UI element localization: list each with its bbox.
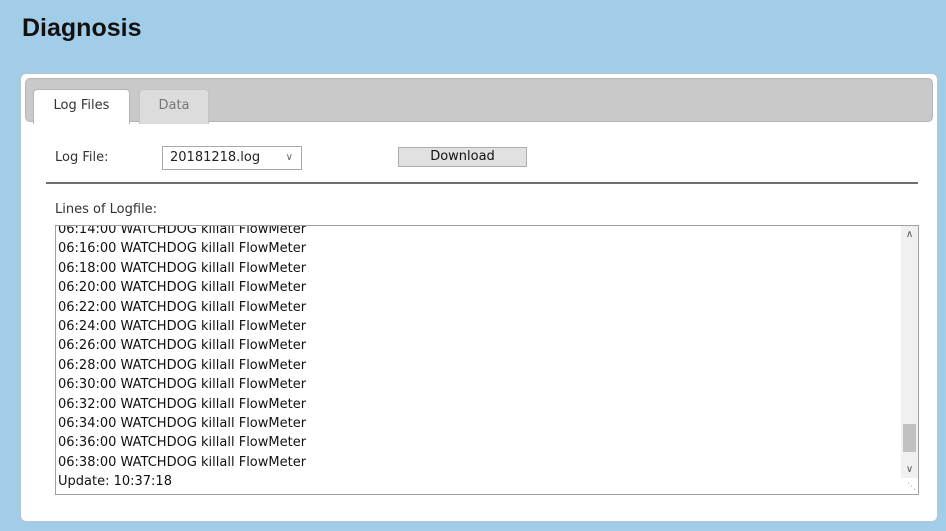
log-file-select-value: 20181218.log [170, 150, 261, 165]
log-line: 06:34:00 WATCHDOG killall FlowMeter [58, 415, 307, 431]
chevron-down-icon[interactable]: ∨ [901, 461, 918, 478]
log-file-label: Log File: [55, 150, 109, 165]
log-line: 06:14:00 WATCHDOG killall FlowMeter [58, 225, 307, 237]
chevron-up-icon[interactable]: ∧ [901, 226, 918, 243]
log-lines: 06:14:00 WATCHDOG killall FlowMeter 06:16… [58, 225, 898, 491]
log-files-panel: Log Files Data Log File: 20181218.log ∨ … [20, 73, 938, 522]
log-file-select[interactable]: 20181218.log ∨ [162, 146, 302, 170]
log-line: 06:36:00 WATCHDOG killall FlowMeter [58, 435, 307, 451]
log-line: 06:38:00 WATCHDOG killall FlowMeter [58, 454, 307, 470]
log-line: 06:24:00 WATCHDOG killall FlowMeter [58, 318, 307, 334]
log-line: 06:30:00 WATCHDOG killall FlowMeter [58, 377, 307, 393]
log-line: 06:18:00 WATCHDOG killall FlowMeter [58, 260, 307, 276]
tab-log-files[interactable]: Log Files [33, 89, 130, 124]
chevron-down-icon: ∨ [285, 152, 293, 163]
log-line: 06:16:00 WATCHDOG killall FlowMeter [58, 241, 307, 257]
resize-grip-icon[interactable]: ⋱ [907, 482, 916, 492]
log-line: Update: 10:37:18 [58, 474, 172, 490]
log-line: 06:26:00 WATCHDOG killall FlowMeter [58, 338, 307, 354]
download-button[interactable]: Download [398, 147, 527, 167]
tab-bar: Log Files Data [25, 78, 933, 124]
divider [46, 182, 918, 184]
logfile-textarea[interactable]: 06:14:00 WATCHDOG killall FlowMeter 06:16… [55, 225, 919, 495]
lines-of-logfile-label: Lines of Logfile: [55, 202, 158, 217]
log-line: 06:32:00 WATCHDOG killall FlowMeter [58, 396, 307, 412]
tab-data[interactable]: Data [139, 89, 209, 124]
log-line: 06:20:00 WATCHDOG killall FlowMeter [58, 280, 307, 296]
scrollbar-thumb[interactable] [903, 424, 916, 452]
log-line: 06:28:00 WATCHDOG killall FlowMeter [58, 357, 307, 373]
page-title: Diagnosis [22, 14, 142, 42]
log-line: 06:22:00 WATCHDOG killall FlowMeter [58, 299, 307, 315]
vertical-scrollbar[interactable]: ∧ ∨ [901, 226, 918, 478]
